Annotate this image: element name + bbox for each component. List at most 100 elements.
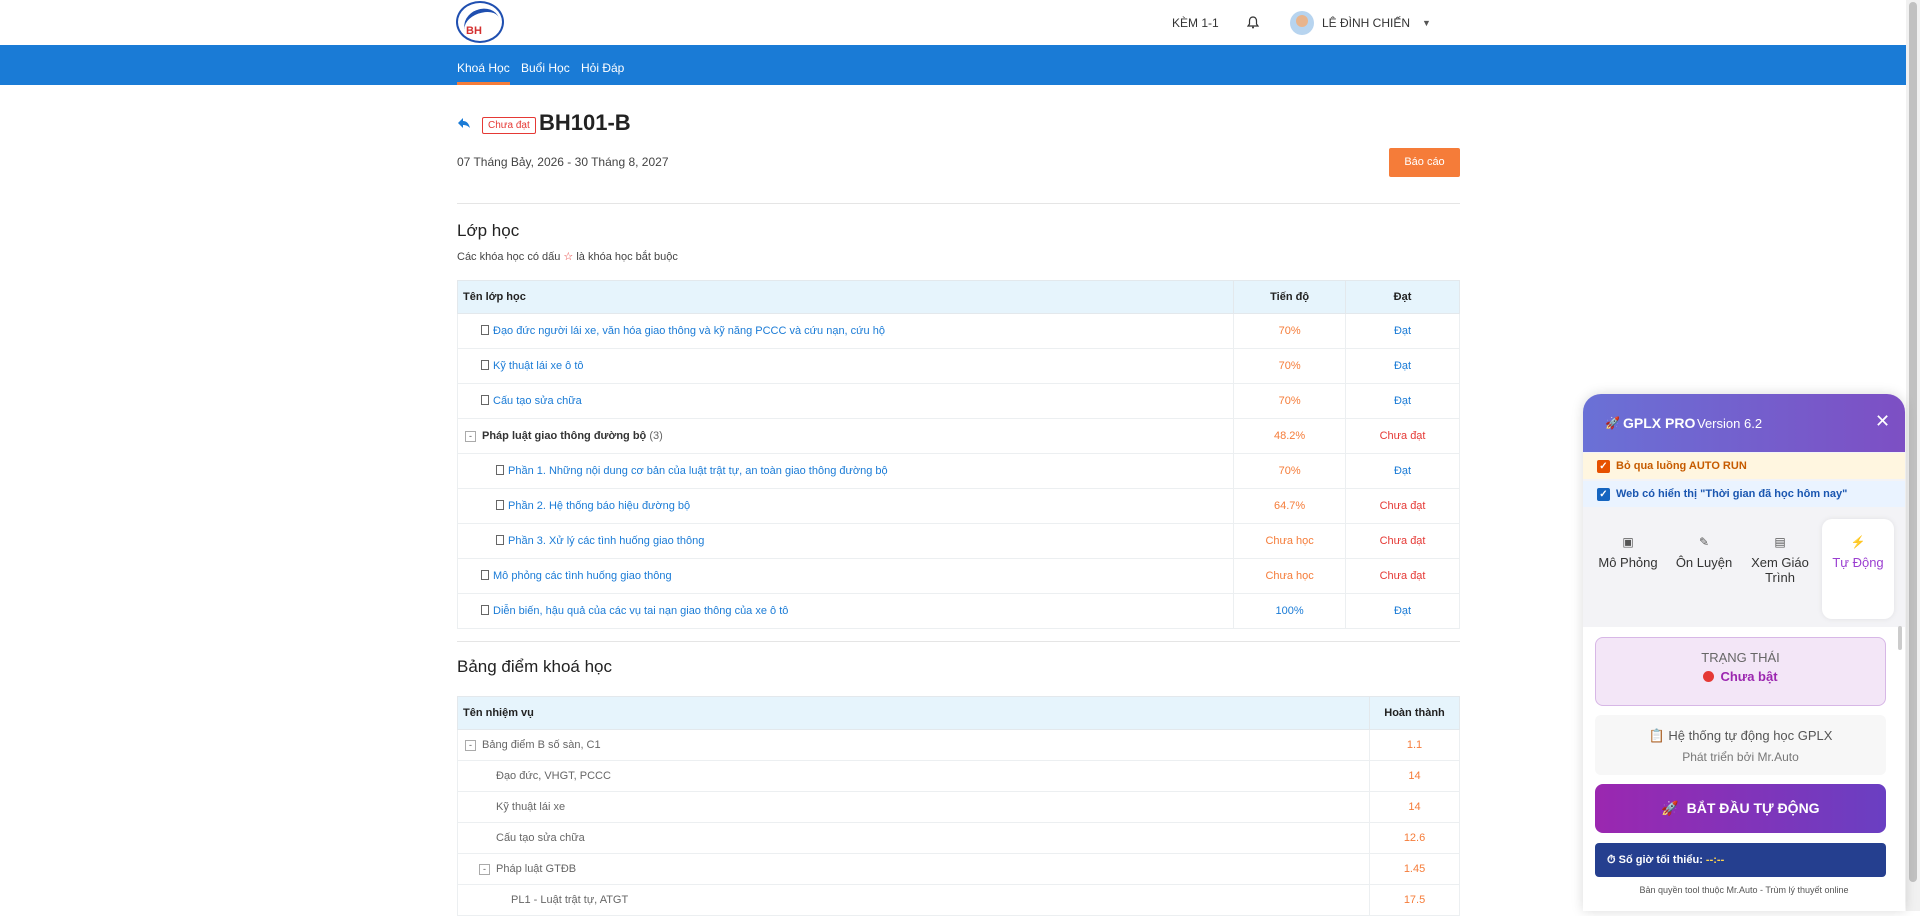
completion-cell: 1.1 [1369,729,1460,761]
column-header-completion: Hoàn thành [1369,696,1460,730]
collapse-toggle-icon[interactable]: - [465,740,476,751]
class-link[interactable]: Đạo đức người lái xe, văn hóa giao thông… [493,325,885,337]
option-label: Web có hiển thị "Thời gian đã học hôm na… [1616,488,1848,500]
table-row[interactable]: Mô phỏng các tình huống giao thông Chưa … [456,558,1460,594]
progress-cell: 70% [1233,383,1347,419]
table-row: Cấu tạo sửa chữa 12.6 [456,822,1460,854]
completion-cell: 14 [1369,760,1460,792]
scores-section-title: Bảng điểm khoá học [457,657,612,676]
class-link[interactable]: Mô phỏng các tình huống giao thông [493,570,672,582]
table-row[interactable]: Cấu tạo sửa chữa 70% Đạt [456,383,1460,419]
chevron-down-icon: ▼ [1422,17,1431,28]
top-bar: BH KÈM 1-1 LÊ ĐÌNH CHIẾN ▼ [0,0,1920,45]
result-cell: Chưa đạt [1345,523,1460,559]
class-group-cell[interactable]: - Pháp luật giao thông đường bộ (3) [456,418,1235,454]
required-hint: Các khóa học có dấu ☆ là khóa học bắt bu… [457,250,678,263]
tab-tu-dong[interactable]: ⚡ Tự Động [1822,519,1894,619]
table-row[interactable]: Phần 1. Những nội dung cơ bản của luật t… [456,453,1460,489]
class-link[interactable]: Cấu tạo sửa chữa [493,395,582,407]
class-name-cell[interactable]: Phần 2. Hệ thống báo hiệu đường bộ [456,488,1235,524]
stopwatch-icon: ⏱ [1607,854,1616,866]
option-show-study-time[interactable]: ✓ Web có hiển thị "Thời gian đã học hôm … [1583,481,1905,507]
min-hours-bar: ⏱ Số giờ tối thiểu: --:-- [1595,843,1886,877]
brand-logo[interactable]: BH [456,1,504,43]
group-name: Pháp luật giao thông đường bộ [482,430,647,442]
task-name-cell[interactable]: - Pháp luật GTĐB [456,853,1371,885]
table-row[interactable]: Phần 2. Hệ thống báo hiệu đường bộ 64.7%… [456,488,1460,524]
user-menu[interactable]: LÊ ĐÌNH CHIẾN ▼ [1290,0,1431,45]
kem-link[interactable]: KÈM 1-1 [1172,0,1219,45]
tab-label: Mô Phỏng [1598,555,1658,570]
classes-section-title: Lớp học [457,221,520,240]
report-button[interactable]: Báo cáo [1389,148,1460,177]
table-row-group[interactable]: - Pháp luật GTĐB 1.45 [456,853,1460,885]
back-arrow-icon[interactable] [457,116,471,134]
option-skip-auto-run[interactable]: ✓ Bỏ qua luồng AUTO RUN [1583,453,1905,479]
task-name-cell[interactable]: - Bảng điểm B số sàn, C1 [456,729,1371,761]
checkbox-checked-icon[interactable]: ✓ [1597,487,1610,501]
result-cell: Chưa đạt [1345,558,1460,594]
result-cell: Đạt [1345,383,1460,419]
class-name-cell[interactable]: Diễn biến, hậu quả của các vụ tai nạn gi… [456,593,1235,629]
close-icon[interactable]: ✕ [1875,411,1890,432]
nav-item-buoi-hoc[interactable]: Buổi Học [521,45,570,85]
class-link[interactable]: Phần 1. Những nội dung cơ bản của luật t… [508,465,888,477]
status-badge: Chưa đạt [482,117,536,134]
start-label: BẮT ĐẦU TỰ ĐỘNG [1686,800,1820,816]
table-row[interactable]: Diễn biến, hậu quả của các vụ tai nạn gi… [456,593,1460,629]
hint-text-after: là khóa học bắt buộc [576,251,678,263]
panel-scrollbar[interactable] [1898,626,1902,650]
class-link[interactable]: Kỹ thuật lái xe ô tô [493,360,584,372]
nav-item-khoa-hoc[interactable]: Khoá Học [457,45,510,85]
min-hours-value: --:-- [1705,854,1725,866]
panel-header: 🚀 GPLX PRO Version 6.2 ✕ [1583,394,1905,452]
table-row-group[interactable]: - Bảng điểm B số sàn, C1 1.1 [456,729,1460,761]
table-row[interactable]: Đạo đức người lái xe, văn hóa giao thông… [456,313,1460,349]
notification-bell-icon[interactable] [1245,0,1261,45]
table-header-row: Tên nhiệm vụ Hoàn thành [456,696,1460,730]
completion-cell: 12.6 [1369,822,1460,854]
checkbox-checked-icon[interactable]: ✓ [1597,459,1610,473]
task-name-cell: Cấu tạo sửa chữa [456,822,1371,854]
status-dot-icon [1703,671,1715,682]
class-name-cell[interactable]: Mô phỏng các tình huống giao thông [456,558,1235,594]
tab-label: Tự Động [1832,555,1884,570]
table-row[interactable]: Phần 3. Xử lý các tình huống giao thông … [456,523,1460,559]
main-nav: Khoá Học Buổi Học Hỏi Đáp [0,45,1920,85]
column-header-class-name: Tên lớp học [456,280,1235,314]
document-icon [496,535,504,545]
completion-cell: 1.45 [1369,853,1460,885]
tab-on-luyen[interactable]: ✎ Ôn Luyện [1668,519,1740,619]
panel-title: GPLX PRO [1623,415,1696,431]
divider [457,641,1460,642]
start-auto-button[interactable]: 🚀 BẮT ĐẦU TỰ ĐỘNG [1595,784,1886,833]
tab-mo-phong[interactable]: ▣ Mô Phỏng [1592,519,1664,619]
page-scrollbar-thumb[interactable] [1909,2,1917,882]
tab-xem-giao-trinh[interactable]: ▤ Xem Giáo Trình [1744,519,1816,619]
table-row: Kỹ thuật lái xe 14 [456,791,1460,823]
class-name-cell[interactable]: Đạo đức người lái xe, văn hóa giao thông… [456,313,1235,349]
collapse-toggle-icon[interactable]: - [465,431,476,442]
class-link[interactable]: Diễn biến, hậu quả của các vụ tai nạn gi… [493,605,788,617]
progress-cell: 70% [1233,313,1347,349]
option-label: Bỏ qua luồng AUTO RUN [1616,460,1747,472]
nav-item-hoi-dap[interactable]: Hỏi Đáp [581,45,624,85]
result-cell: Chưa đạt [1345,418,1460,454]
class-link[interactable]: Phần 3. Xử lý các tình huống giao thông [508,535,704,547]
document-icon [481,570,489,580]
result-cell: Chưa đạt [1345,488,1460,524]
class-name-cell[interactable]: Cấu tạo sửa chữa [456,383,1235,419]
task-name-cell: Đạo đức, VHGT, PCCC [456,760,1371,792]
class-name-cell[interactable]: Phần 3. Xử lý các tình huống giao thông [456,523,1235,559]
table-row-group[interactable]: - Pháp luật giao thông đường bộ (3) 48.2%… [456,418,1460,454]
class-name-cell[interactable]: Kỹ thuật lái xe ô tô [456,348,1235,384]
class-name-cell[interactable]: Phần 1. Những nội dung cơ bản của luật t… [456,453,1235,489]
document-icon [496,465,504,475]
class-link[interactable]: Phần 2. Hệ thống báo hiệu đường bộ [508,500,690,512]
panel-version: Version 6.2 [1697,416,1763,431]
collapse-toggle-icon[interactable]: - [479,864,490,875]
table-row[interactable]: Kỹ thuật lái xe ô tô 70% Đạt [456,348,1460,384]
column-header-progress: Tiến độ [1233,280,1347,314]
hint-text-before: Các khóa học có dấu [457,251,561,263]
panel-footer: Bản quyền tool thuộc Mr.Auto - Trùm lý t… [1639,885,1849,895]
